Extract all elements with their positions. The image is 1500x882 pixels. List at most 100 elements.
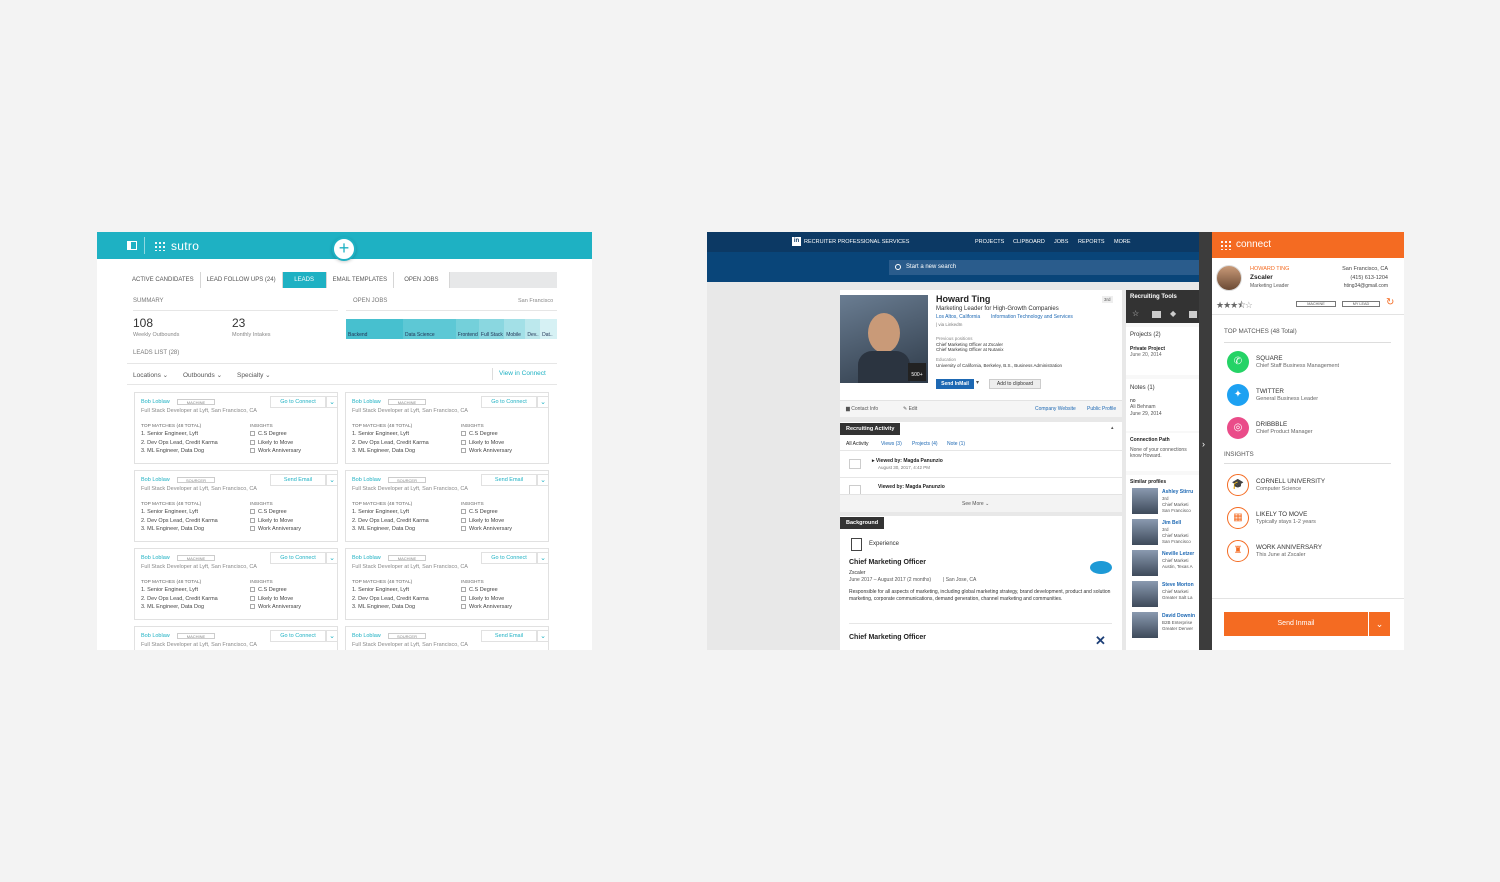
chevron-down-icon[interactable]: ⌄ xyxy=(326,630,338,642)
lead-name[interactable]: Bob Loblaw xyxy=(141,399,170,405)
refresh-icon[interactable]: ↻ xyxy=(1386,297,1394,308)
folder-icon[interactable] xyxy=(1152,311,1161,318)
lead-card[interactable]: Bob Loblaw MACHINE Full Stack Developer at… xyxy=(134,626,338,650)
profile-location[interactable]: Los Altos, California xyxy=(936,314,980,320)
tab-projects[interactable]: Projects (4) xyxy=(912,441,938,447)
filter-specialty[interactable]: Specialty ⌄ xyxy=(237,371,271,379)
card-action-button[interactable]: Go to Connect xyxy=(481,552,537,564)
profile-industry[interactable]: Information Technology and Services xyxy=(991,314,1073,320)
card-action-button[interactable]: Go to Connect xyxy=(270,630,326,642)
similar-profile-name[interactable]: Ashley Stirru xyxy=(1162,489,1193,495)
send-inmail-button[interactable]: Send Inmail xyxy=(1224,612,1368,636)
star-icon[interactable]: ☆ xyxy=(1245,300,1253,310)
tab-all-activity[interactable]: All Activity xyxy=(846,441,869,447)
inmail-dropdown-icon[interactable]: ▾ xyxy=(976,379,979,386)
nav-more[interactable]: MORE xyxy=(1114,239,1131,245)
similar-profile[interactable]: David Downin B2B Enterprise Greater Denver xyxy=(1126,612,1195,642)
card-action-button[interactable]: Go to Connect xyxy=(270,396,326,408)
similar-profile[interactable]: Neville Letzer Chief Marketi Austin, Texas… xyxy=(1126,550,1194,580)
tag-icon[interactable]: ◆ xyxy=(1170,309,1176,318)
lead-name[interactable]: Bob Loblaw xyxy=(352,477,381,483)
tab-note[interactable]: Note (1) xyxy=(947,441,965,447)
connect-collapse-strip[interactable] xyxy=(1199,232,1212,650)
star-icon[interactable]: ⯪ xyxy=(1237,300,1245,310)
similar-profile-name[interactable]: Neville Letzer xyxy=(1162,551,1194,557)
company-website-link[interactable]: Company Website xyxy=(1035,406,1076,412)
similar-profile-name[interactable]: Jim Bell xyxy=(1162,520,1181,526)
lead-name[interactable]: Bob Loblaw xyxy=(141,555,170,561)
chevron-down-icon[interactable]: ⌄ xyxy=(537,474,549,486)
lead-card[interactable]: Bob Loblaw SOURCER Full Stack Developer at… xyxy=(345,470,549,542)
lead-name[interactable]: Bob Loblaw xyxy=(352,399,381,405)
public-profile-link[interactable]: Public Profile xyxy=(1087,406,1116,412)
search-input[interactable]: Start a new search xyxy=(889,260,1199,275)
chevron-down-icon[interactable]: ⌄ xyxy=(326,552,338,564)
chevron-down-icon[interactable]: ⌄ xyxy=(326,474,338,486)
card-action-button[interactable]: Send Email xyxy=(481,474,537,486)
lead-card[interactable]: Bob Loblaw MACHINE Full Stack Developer at… xyxy=(345,392,549,464)
card-action-button[interactable]: Go to Connect xyxy=(481,396,537,408)
lead-name[interactable]: Bob Loblaw xyxy=(352,633,381,639)
lead-card[interactable]: Bob Loblaw MACHINE Full Stack Developer at… xyxy=(345,548,549,620)
tab-open-jobs[interactable]: OPEN JOBS xyxy=(394,272,450,288)
sidebar-toggle-icon[interactable] xyxy=(127,241,137,250)
lead-card[interactable]: Bob Loblaw MACHINE Full Stack Developer at… xyxy=(134,392,338,464)
lead-card[interactable]: Bob Loblaw SOURCER Full Stack Developer at… xyxy=(345,626,549,650)
similar-profile-name[interactable]: David Downin xyxy=(1162,613,1195,619)
tab-views[interactable]: Views (3) xyxy=(881,441,902,447)
similar-profile-name[interactable]: Steve Morton xyxy=(1162,582,1194,588)
similar-profile[interactable]: Steve Morton Chief Marketi Greater Salt La xyxy=(1126,581,1194,611)
tab-leads[interactable]: LEADS xyxy=(282,272,327,288)
collapse-icon[interactable]: ▴ xyxy=(1111,425,1114,431)
nav-clipboard[interactable]: CLIPBOARD xyxy=(1013,239,1045,245)
job-bar-segment[interactable]: Data Science xyxy=(402,319,456,339)
rating-stars[interactable]: ★★★⯪☆ xyxy=(1216,298,1253,314)
top-match-item[interactable]: ✆ SQUARE Chief Staff Business Management xyxy=(1227,349,1387,377)
similar-profile[interactable]: Ashley Stirru 3rd Chief Marketi San Francis… xyxy=(1126,488,1193,518)
note-icon[interactable] xyxy=(1189,311,1197,318)
job-bar-segment[interactable]: Mobile xyxy=(504,319,526,339)
see-more-button[interactable]: See More ⌄ xyxy=(962,501,989,507)
edit-link[interactable]: ✎ Edit xyxy=(903,406,917,412)
add-button[interactable]: + xyxy=(332,237,356,261)
my-lead-badge[interactable]: MY LEAD xyxy=(1342,301,1380,307)
send-inmail-button[interactable]: Send InMail xyxy=(936,379,974,389)
lead-card[interactable]: Bob Loblaw MACHINE Full Stack Developer at… xyxy=(134,548,338,620)
tab-active-candidates[interactable]: ACTIVE CANDIDATES xyxy=(126,272,201,288)
chevron-down-icon[interactable]: ⌄ xyxy=(326,396,338,408)
candidate-email: hting34@gmail.com xyxy=(1343,283,1388,289)
via-linkedin: | via LinkedIn xyxy=(936,322,963,327)
linkedin-logo-icon[interactable]: in xyxy=(792,237,801,246)
tab-lead-follow-ups[interactable]: LEAD FOLLOW UPS (24) xyxy=(200,272,283,288)
lead-card[interactable]: Bob Loblaw SOURCER Full Stack Developer at… xyxy=(134,470,338,542)
contact-info-link[interactable]: ▆ Contact Info xyxy=(846,406,878,412)
job-bar-segment[interactable]: Dat.. xyxy=(540,319,557,339)
card-action-button[interactable]: Send Email xyxy=(270,474,326,486)
filter-outbounds[interactable]: Outbounds ⌄ xyxy=(183,371,222,379)
top-match-item[interactable]: ◎ DRIBBBLE Chief Product Manager xyxy=(1227,415,1387,443)
filter-locations[interactable]: Locations ⌄ xyxy=(133,371,168,379)
card-action-button[interactable]: Send Email xyxy=(481,630,537,642)
top-match-item[interactable]: ✦ TWITTER General Business Leader xyxy=(1227,382,1387,410)
similar-profile[interactable]: Jim Bell 3rd Chief Marketi San Francisco xyxy=(1126,519,1191,549)
chevron-down-icon[interactable]: ⌄ xyxy=(537,552,549,564)
job-bar-segment[interactable]: Dev.. xyxy=(525,319,541,339)
chevron-down-icon[interactable]: ⌄ xyxy=(537,630,549,642)
star-icon[interactable]: ☆ xyxy=(1132,309,1139,318)
lead-name[interactable]: Bob Loblaw xyxy=(141,477,170,483)
add-to-clipboard-button[interactable]: Add to clipboard xyxy=(989,379,1041,389)
nav-jobs[interactable]: JOBS xyxy=(1054,239,1068,245)
nav-projects[interactable]: PROJECTS xyxy=(975,239,1004,245)
chevron-down-icon[interactable]: ⌄ xyxy=(537,396,549,408)
chevron-right-icon[interactable]: › xyxy=(1202,439,1205,449)
card-action-button[interactable]: Go to Connect xyxy=(270,552,326,564)
send-options-dropdown[interactable]: ⌄ xyxy=(1369,612,1390,636)
job-bar-segment[interactable]: Backend xyxy=(346,319,403,339)
job-bar-segment[interactable]: Frontend xyxy=(455,319,479,339)
lead-name[interactable]: Bob Loblaw xyxy=(352,555,381,561)
nav-reports[interactable]: REPORTS xyxy=(1078,239,1105,245)
tab-email-templates[interactable]: EMAIL TEMPLATES xyxy=(326,272,395,288)
lead-name[interactable]: Bob Loblaw xyxy=(141,633,170,639)
view-in-connect-link[interactable]: View in Connect xyxy=(499,370,546,377)
job-bar-segment[interactable]: Full Stack xyxy=(478,319,505,339)
